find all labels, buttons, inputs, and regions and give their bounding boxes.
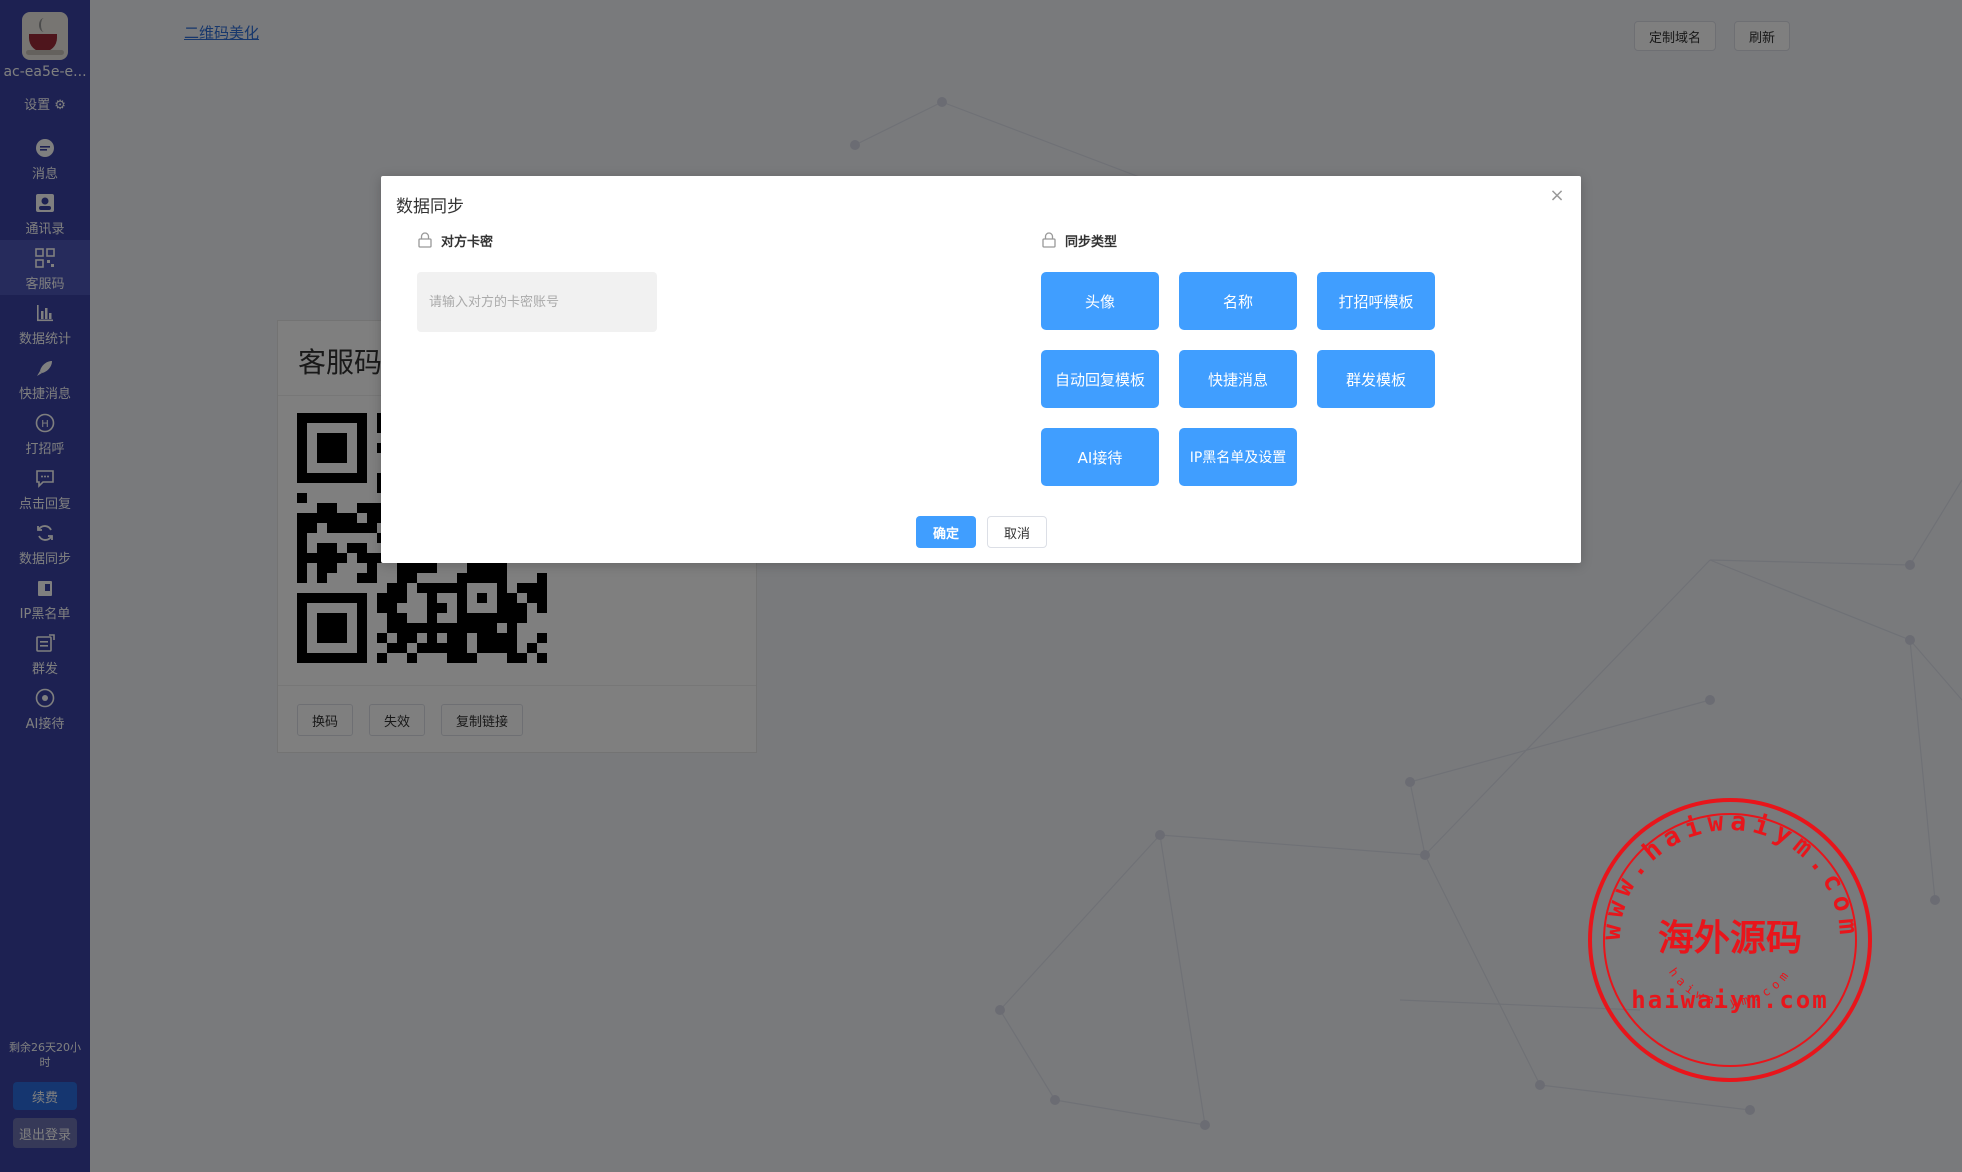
sync-broadcast-template-button[interactable]: 群发模板 — [1317, 350, 1435, 408]
card-section-label: 对方卡密 — [441, 235, 494, 250]
card-key-input[interactable] — [417, 272, 657, 332]
confirm-button[interactable]: 确定 — [916, 516, 976, 548]
sync-quick-messages-button[interactable]: 快捷消息 — [1179, 350, 1297, 408]
sync-auto-reply-template-button[interactable]: 自动回复模板 — [1041, 350, 1159, 408]
sync-greeting-template-button[interactable]: 打招呼模板 — [1317, 272, 1435, 330]
lock-icon — [1042, 232, 1056, 248]
sync-ip-blacklist-button[interactable]: IP黑名单及设置 — [1179, 428, 1297, 486]
sync-type-section-label: 同步类型 — [1065, 235, 1118, 250]
svg-text:海外源码: 海外源码 — [1658, 917, 1802, 959]
close-icon[interactable]: × — [1547, 186, 1567, 206]
cancel-button[interactable]: 取消 — [987, 516, 1047, 548]
sync-avatar-button[interactable]: 头像 — [1041, 272, 1159, 330]
sync-ai-reception-button[interactable]: AI接待 — [1041, 428, 1159, 486]
watermark-stamp: www.haiwaiym.com 海外源码 haiwaiym.com haiwa… — [1588, 798, 1872, 1082]
lock-icon — [418, 232, 432, 248]
sync-name-button[interactable]: 名称 — [1179, 272, 1297, 330]
dialog-title: 数据同步 — [396, 197, 464, 217]
data-sync-dialog: 数据同步 × 对方卡密 同步类型 头像 名称 打招呼模板 自动回复模板 快捷消息… — [381, 176, 1581, 563]
